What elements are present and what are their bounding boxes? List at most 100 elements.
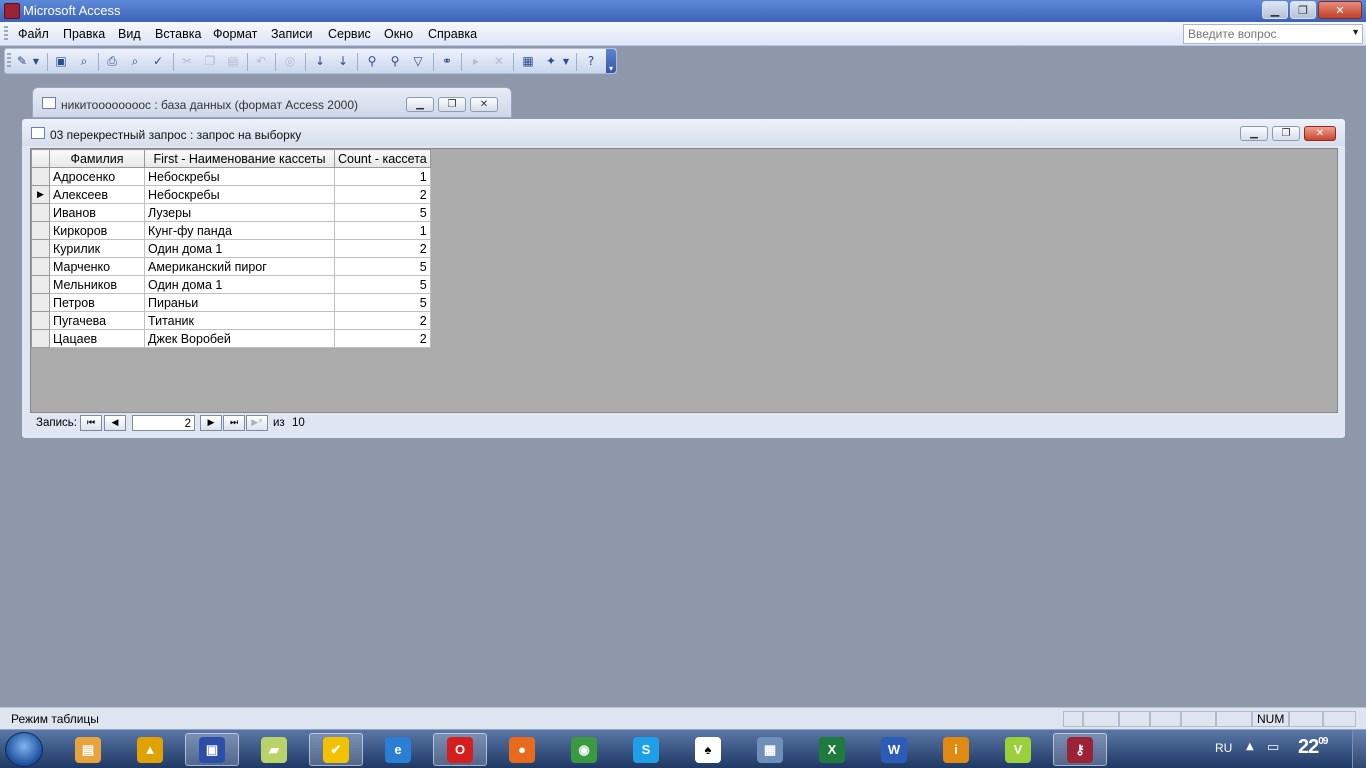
select-all-cell[interactable] <box>31 149 50 168</box>
cell-surname[interactable]: Цацаев <box>49 329 145 348</box>
cell-surname[interactable]: Иванов <box>49 203 145 222</box>
db-close-button[interactable]: ✕ <box>470 97 498 112</box>
hyperlink-icon[interactable]: ◎ <box>281 52 299 70</box>
cell-count[interactable]: 1 <box>334 167 431 186</box>
cell-surname[interactable]: Адросенко <box>49 167 145 186</box>
taskbar-button[interactable]: O <box>433 733 487 766</box>
table-row[interactable]: Марченко Американский пирог 5 <box>31 257 431 276</box>
network-icon[interactable]: ▭ <box>1267 740 1279 755</box>
undo-icon[interactable]: ↶ <box>252 52 270 70</box>
sort-ascending-icon[interactable]: ↓ <box>311 52 329 70</box>
start-button[interactable] <box>5 732 43 767</box>
table-row[interactable]: ▶ Алексеев Небоскребы 2 <box>31 185 431 204</box>
row-selector[interactable] <box>31 167 50 186</box>
cell-surname[interactable]: Пугачева <box>49 311 145 330</box>
table-row[interactable]: Курилик Один дома 12 <box>31 239 431 258</box>
cell-surname[interactable]: Мельников <box>49 275 145 294</box>
taskbar-button[interactable]: V <box>991 733 1045 766</box>
menu-window[interactable]: Окно <box>384 27 413 41</box>
column-header-count[interactable]: Count - кассета <box>334 149 431 168</box>
query-restore-button[interactable]: ❐ <box>1272 126 1300 141</box>
cell-count[interactable]: 5 <box>334 203 431 222</box>
filter-by-form-icon[interactable]: ⚲ <box>386 52 404 70</box>
cell-count[interactable]: 2 <box>334 329 431 348</box>
new-object-icon[interactable]: ✦ <box>542 52 560 70</box>
table-row[interactable]: Киркоров Кунг-фу панда 1 <box>31 221 431 240</box>
cell-cassette-name[interactable]: Небоскребы <box>144 167 335 186</box>
row-selector[interactable] <box>31 293 50 312</box>
taskbar-button[interactable]: ● <box>495 733 549 766</box>
row-selector[interactable] <box>31 239 50 258</box>
row-selector[interactable] <box>31 257 50 276</box>
current-record-input[interactable] <box>133 417 194 431</box>
row-selector[interactable] <box>31 275 50 294</box>
column-header-cassette-name[interactable]: First - Наименование кассеты <box>144 149 335 168</box>
taskbar-button[interactable]: i <box>929 733 983 766</box>
print-preview-icon[interactable]: ⌕ <box>126 52 144 70</box>
help-icon[interactable]: ? <box>582 52 600 70</box>
sort-descending-icon[interactable]: ↓ <box>334 52 352 70</box>
delete-record-icon[interactable]: ✕ <box>490 52 508 70</box>
cell-count[interactable]: 2 <box>334 311 431 330</box>
table-row[interactable]: Иванов Лузеры 5 <box>31 203 431 222</box>
menu-format[interactable]: Формат <box>213 27 257 41</box>
taskbar-button[interactable]: ▲ <box>123 733 177 766</box>
cell-surname[interactable]: Алексеев <box>49 185 145 204</box>
taskbar-button[interactable]: e <box>371 733 425 766</box>
cut-icon[interactable]: ✂ <box>178 52 196 70</box>
row-selector[interactable]: ▶ <box>31 185 50 204</box>
toolbar-grip[interactable] <box>7 53 11 69</box>
taskbar-button[interactable]: X <box>805 733 859 766</box>
cell-count[interactable]: 1 <box>334 221 431 240</box>
new-object-dropdown-icon[interactable]: ▼ <box>561 52 571 70</box>
view-design-icon[interactable]: ✎ <box>13 52 31 70</box>
taskbar-button[interactable]: ⚷ <box>1053 733 1107 766</box>
cell-surname[interactable]: Киркоров <box>49 221 145 240</box>
cell-cassette-name[interactable]: Один дома 1 <box>144 275 335 294</box>
cell-cassette-name[interactable]: Один дома 1 <box>144 239 335 258</box>
menu-insert[interactable]: Вставка <box>155 27 201 41</box>
print-icon[interactable]: ⎙ <box>103 52 121 70</box>
filter-by-selection-icon[interactable]: ⚲ <box>363 52 381 70</box>
menubar-grip[interactable] <box>4 26 8 42</box>
first-record-button[interactable]: ⏮ <box>80 415 102 431</box>
table-row[interactable]: Мельников Один дома 15 <box>31 275 431 294</box>
taskbar-button[interactable]: W <box>867 733 921 766</box>
current-record-field[interactable] <box>132 415 195 431</box>
cell-cassette-name[interactable]: Джек Воробей <box>144 329 335 348</box>
row-selector[interactable] <box>31 221 50 240</box>
row-selector[interactable] <box>31 329 50 348</box>
save-icon[interactable]: ▣ <box>52 52 70 70</box>
cell-surname[interactable]: Курилик <box>49 239 145 258</box>
close-button[interactable]: ✕ <box>1318 1 1362 19</box>
taskbar-button[interactable]: ▤ <box>61 733 115 766</box>
language-indicator[interactable]: RU <box>1215 741 1232 755</box>
cell-count[interactable]: 2 <box>334 185 431 204</box>
dropdown-arrow-icon[interactable]: ▼ <box>31 52 41 70</box>
new-record-icon[interactable]: ▸ <box>467 52 485 70</box>
show-hidden-icons-icon[interactable]: ▲ <box>1246 741 1254 752</box>
cell-count[interactable]: 5 <box>334 275 431 294</box>
menu-edit[interactable]: Правка <box>63 27 105 41</box>
query-close-button[interactable]: ✕ <box>1304 126 1336 141</box>
cell-cassette-name[interactable]: Небоскребы <box>144 185 335 204</box>
db-restore-button[interactable]: ❐ <box>438 97 466 112</box>
apply-filter-icon[interactable]: ▽ <box>409 52 427 70</box>
menu-tools[interactable]: Сервис <box>328 27 371 41</box>
row-selector[interactable] <box>31 203 50 222</box>
taskbar-button[interactable]: ◉ <box>557 733 611 766</box>
spelling-icon[interactable]: ✓ <box>149 52 167 70</box>
cell-cassette-name[interactable]: Пираньи <box>144 293 335 312</box>
cell-count[interactable]: 5 <box>334 257 431 276</box>
cell-surname[interactable]: Марченко <box>49 257 145 276</box>
cell-cassette-name[interactable]: Кунг-фу панда <box>144 221 335 240</box>
row-selector[interactable] <box>31 311 50 330</box>
taskbar-button[interactable]: S <box>619 733 673 766</box>
taskbar-button[interactable]: ▦ <box>743 733 797 766</box>
minimize-button[interactable]: ▁ <box>1262 1 1288 19</box>
search-file-icon[interactable]: ⌕ <box>75 52 93 70</box>
cell-count[interactable]: 2 <box>334 239 431 258</box>
cell-count[interactable]: 5 <box>334 293 431 312</box>
column-header-surname[interactable]: Фамилия <box>49 149 145 168</box>
paste-icon[interactable]: ▤ <box>224 52 242 70</box>
